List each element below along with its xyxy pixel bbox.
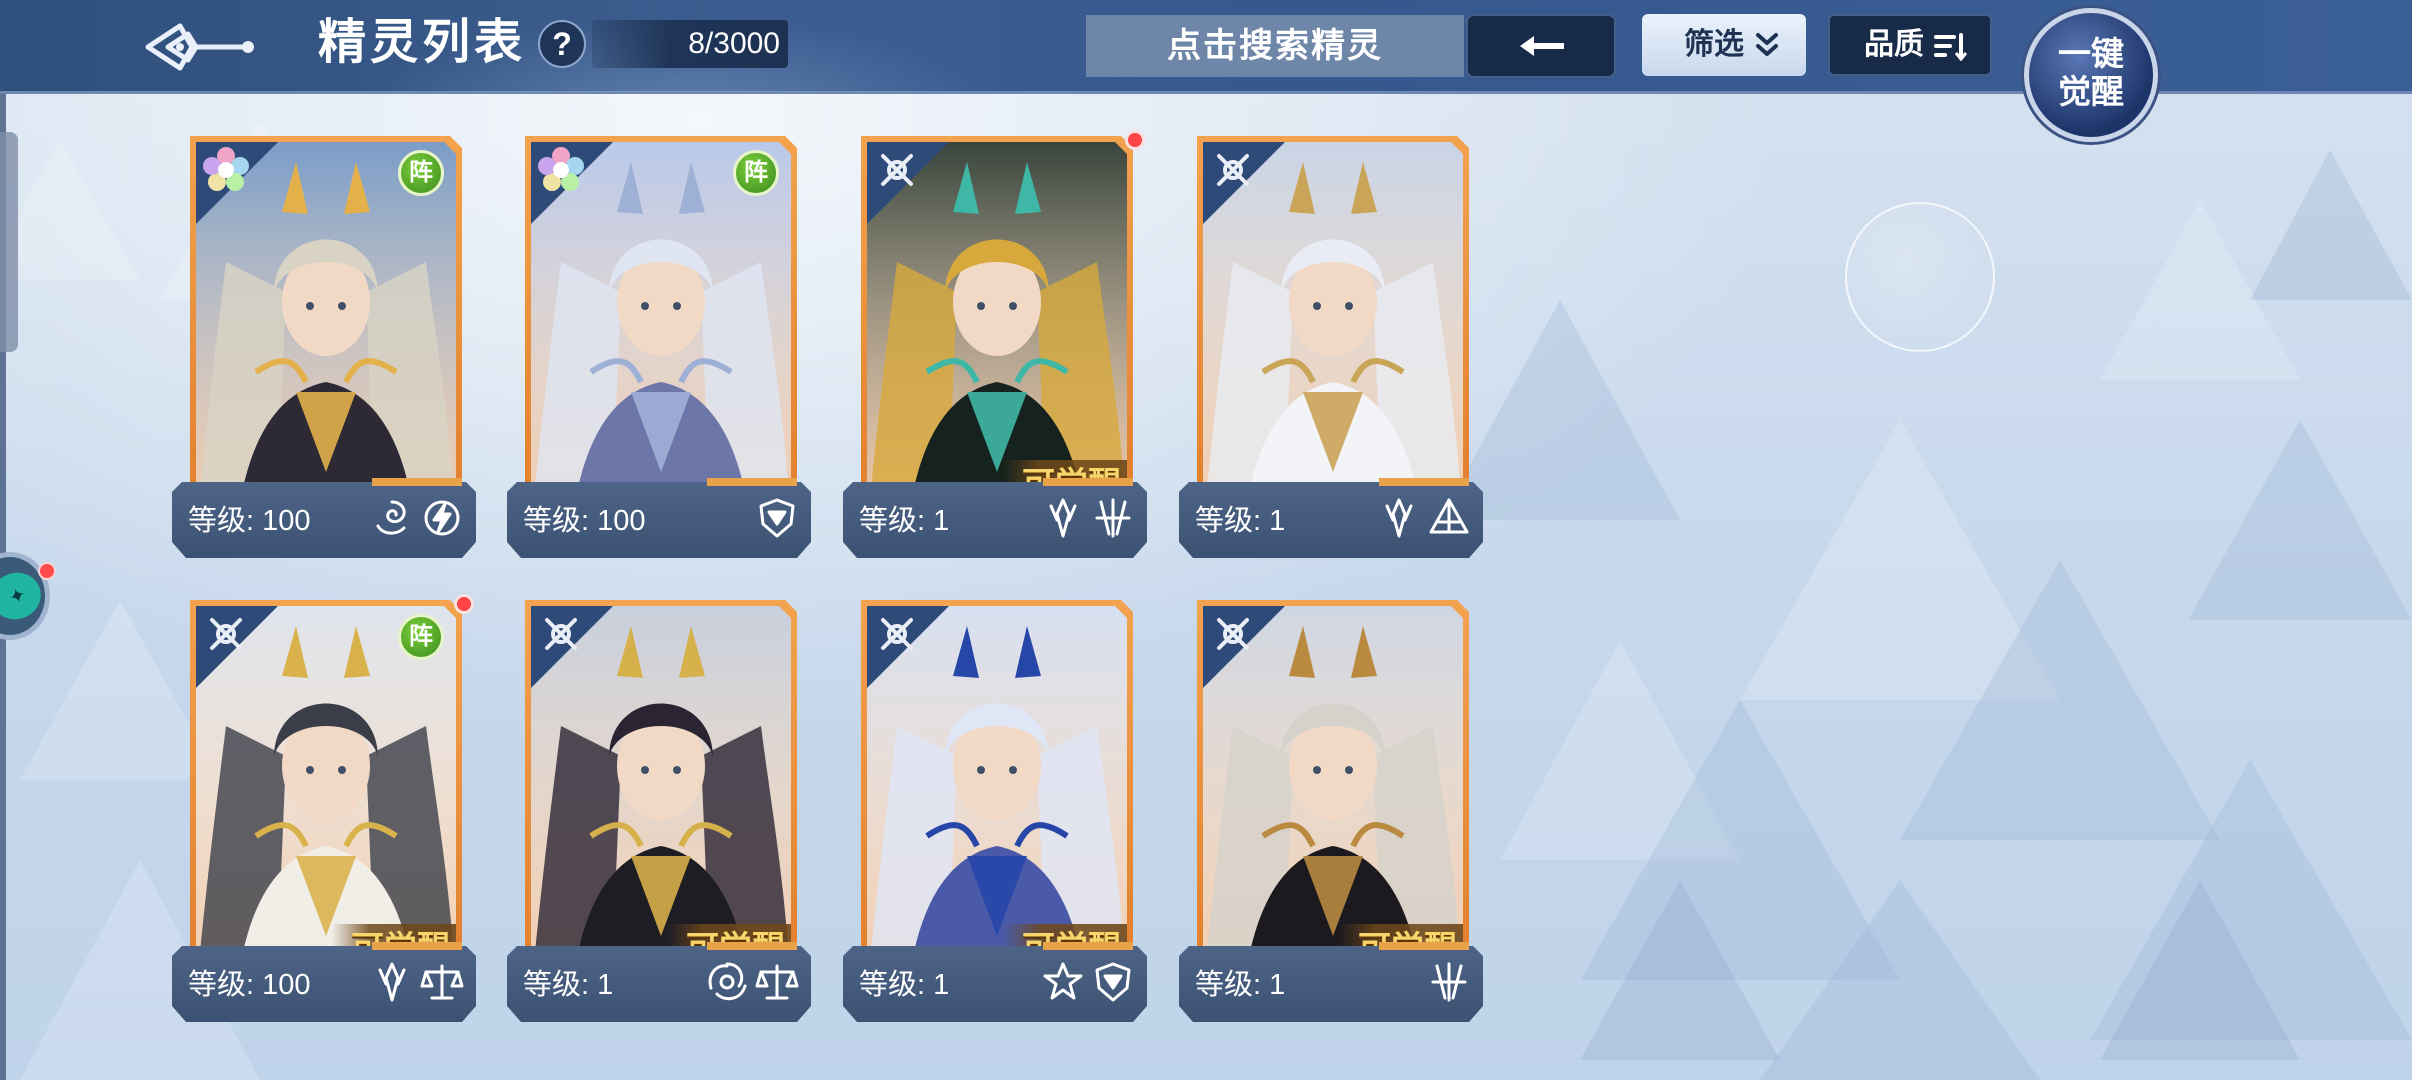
- red-dot-notification: [1125, 130, 1145, 150]
- plate-accent: [1379, 942, 1469, 950]
- cross-icon: [881, 154, 913, 186]
- element-icons: [699, 960, 799, 1010]
- quality-label: 品质: [1864, 28, 1924, 61]
- search-input[interactable]: 点击搜索精灵: [1086, 15, 1464, 77]
- lightning-element-icon: [424, 500, 460, 536]
- filter-button[interactable]: 筛选: [1642, 14, 1806, 76]
- page-title: 精灵列表: [318, 14, 527, 70]
- spirit-count: 8/3000: [592, 20, 788, 68]
- scale-element-icon: [755, 964, 799, 1000]
- level-label: 等级: 1: [859, 505, 950, 537]
- blade-element-icon: [1049, 498, 1077, 538]
- awaken-line1: 一键: [2058, 34, 2124, 73]
- level-label: 等级: 100: [523, 505, 646, 537]
- sort-icon: [1934, 33, 1968, 62]
- pyramid-element-icon: [1429, 498, 1469, 534]
- plate-accent: [1043, 478, 1133, 486]
- element-icons: [1421, 960, 1471, 1010]
- back-arrow-icon: [145, 23, 254, 71]
- spirit-card[interactable]: 可觉醒等级: 1: [843, 130, 1147, 566]
- side-drawer-handle[interactable]: [0, 132, 18, 352]
- star-element-icon: [1043, 962, 1083, 1000]
- plate-accent: [707, 478, 797, 486]
- spirit-card[interactable]: 阵等级: 100: [172, 136, 476, 566]
- awaken-line2: 觉醒: [2058, 72, 2124, 111]
- double-chevron-down-icon: [1756, 33, 1778, 56]
- spirit-card[interactable]: 等级: 1: [1179, 136, 1483, 566]
- search-back-button[interactable]: [1466, 14, 1616, 78]
- swirl-element-icon: [376, 500, 406, 535]
- quality-sort-button[interactable]: 品质: [1828, 14, 1992, 76]
- element-icons: [1035, 496, 1135, 546]
- team-badge: 阵: [733, 150, 779, 196]
- red-dot-notification: [454, 594, 474, 614]
- cross-icon: [881, 618, 913, 650]
- element-icons: [1035, 960, 1135, 1010]
- spirit-card[interactable]: 可觉醒等级: 1: [843, 600, 1147, 1030]
- cross-icon: [1217, 154, 1249, 186]
- cross-icon: [210, 618, 242, 650]
- spirit-card[interactable]: 可觉醒等级: 1: [1179, 600, 1483, 1030]
- help-button[interactable]: ?: [538, 20, 586, 68]
- element-icons: [1371, 496, 1471, 546]
- team-badge: 阵: [398, 614, 444, 660]
- back-button[interactable]: [140, 14, 260, 80]
- claw-element-icon: [1431, 962, 1467, 1002]
- floating-bubble-decoration: [1845, 202, 1995, 352]
- plate-accent: [372, 942, 462, 950]
- one-click-awaken-button[interactable]: 一键 觉醒: [2024, 8, 2158, 142]
- spirit-card[interactable]: 可觉醒等级: 1: [507, 600, 811, 1030]
- flower-icon: [203, 147, 249, 191]
- plate-accent: [1379, 478, 1469, 486]
- plate-accent: [707, 942, 797, 950]
- element-icons: [364, 496, 464, 546]
- level-label: 等级: 1: [1195, 969, 1286, 1001]
- level-label: 等级: 100: [188, 969, 311, 1001]
- plate-accent: [372, 478, 462, 486]
- left-arrow-icon: [1520, 36, 1564, 56]
- cross-icon: [545, 618, 577, 650]
- spirit-card[interactable]: 阵等级: 100: [507, 136, 811, 566]
- blade-element-icon: [378, 962, 406, 1002]
- team-badge: 阵: [398, 150, 444, 196]
- spirit-card[interactable]: 阵可觉醒等级: 100: [172, 594, 476, 1030]
- element-icons: [749, 496, 799, 546]
- cross-icon: [1217, 618, 1249, 650]
- scale-element-icon: [420, 964, 464, 1000]
- element-icons: [364, 960, 464, 1010]
- level-label: 等级: 1: [859, 969, 950, 1001]
- level-label: 等级: 1: [523, 969, 614, 1001]
- shield-element-icon: [759, 498, 795, 538]
- filter-label: 筛选: [1684, 28, 1744, 61]
- vortex-element-icon: [708, 962, 747, 1001]
- level-label: 等级: 100: [188, 505, 311, 537]
- blade-element-icon: [1385, 498, 1413, 538]
- claw-element-icon: [1095, 498, 1131, 538]
- flower-icon: [538, 147, 584, 191]
- side-badge-red-dot: [38, 562, 56, 580]
- level-label: 等级: 1: [1195, 505, 1286, 537]
- shield-element-icon: [1095, 962, 1131, 1002]
- plate-accent: [1043, 942, 1133, 950]
